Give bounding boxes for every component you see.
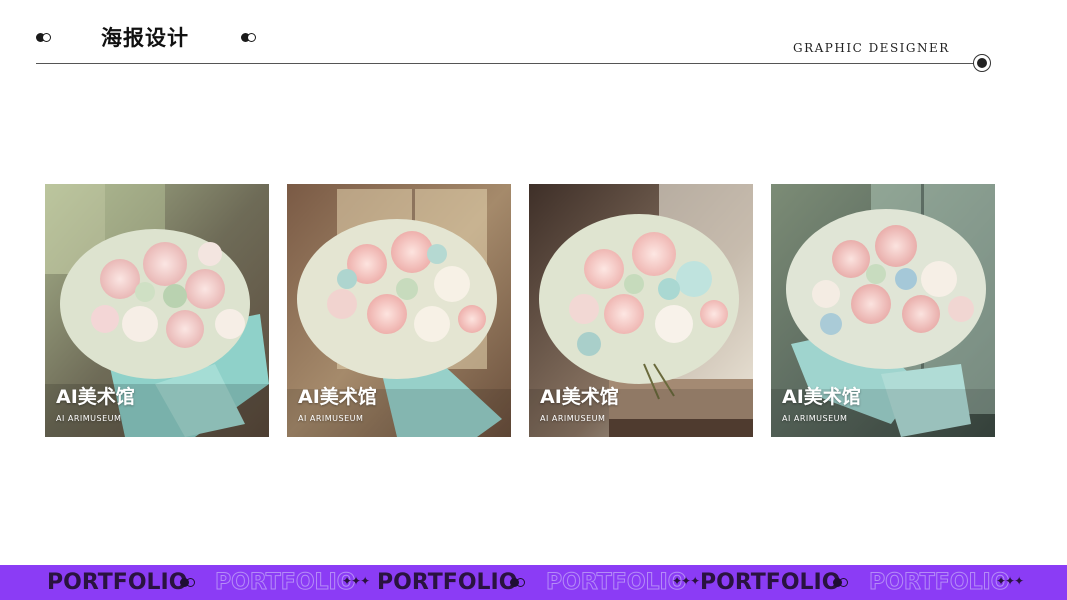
ticker-text-outline: PORTFOLIO — [545, 570, 687, 596]
decorative-dots-right — [241, 33, 257, 43]
header-divider-end-circle — [973, 54, 991, 72]
card-brand: AI美术馆 — [540, 386, 619, 408]
card-brand: AI美术馆 — [298, 386, 377, 408]
card-brand-sub: AI ARIMUSEUM — [298, 414, 364, 423]
page-title: 海报设计 — [101, 26, 189, 50]
header-divider — [36, 63, 976, 64]
page-subtitle: GRAPHIC DESIGNER — [793, 41, 950, 55]
portfolio-ticker-band: PORTFOLIO PORTFOLIO ✦✦✦ PORTFOLIO PORTFO… — [0, 565, 1067, 600]
ticker-sparkles-icon: ✦✦✦ — [996, 574, 1024, 588]
decorative-dots-left — [36, 33, 52, 43]
ticker-sparkles-icon: ✦✦✦ — [342, 574, 370, 588]
ticker-text-outline: PORTFOLIO — [214, 570, 356, 596]
ticker-text: PORTFOLIO — [700, 570, 841, 595]
poster-card[interactable]: AI美术馆 AI ARIMUSEUM — [45, 184, 269, 437]
card-brand-sub: AI ARIMUSEUM — [782, 414, 848, 423]
card-brand-sub: AI ARIMUSEUM — [540, 414, 606, 423]
card-brand: AI美术馆 — [56, 386, 135, 408]
poster-card[interactable]: AI美术馆 AI ARIMUSEUM — [529, 184, 753, 437]
poster-card[interactable]: AI美术馆 AI ARIMUSEUM — [287, 184, 511, 437]
ticker-sparkles-icon: ✦✦✦ — [672, 574, 700, 588]
ticker-text-outline: PORTFOLIO — [868, 570, 1010, 596]
ticker-dots-icon — [833, 578, 849, 588]
card-brand: AI美术馆 — [782, 386, 861, 408]
poster-card[interactable]: AI美术馆 AI ARIMUSEUM — [771, 184, 995, 437]
ticker-dots-icon — [510, 578, 526, 588]
ticker-dots-icon — [180, 578, 196, 588]
ticker-text: PORTFOLIO — [377, 570, 518, 595]
ticker-text: PORTFOLIO — [47, 570, 188, 595]
card-brand-sub: AI ARIMUSEUM — [56, 414, 122, 423]
